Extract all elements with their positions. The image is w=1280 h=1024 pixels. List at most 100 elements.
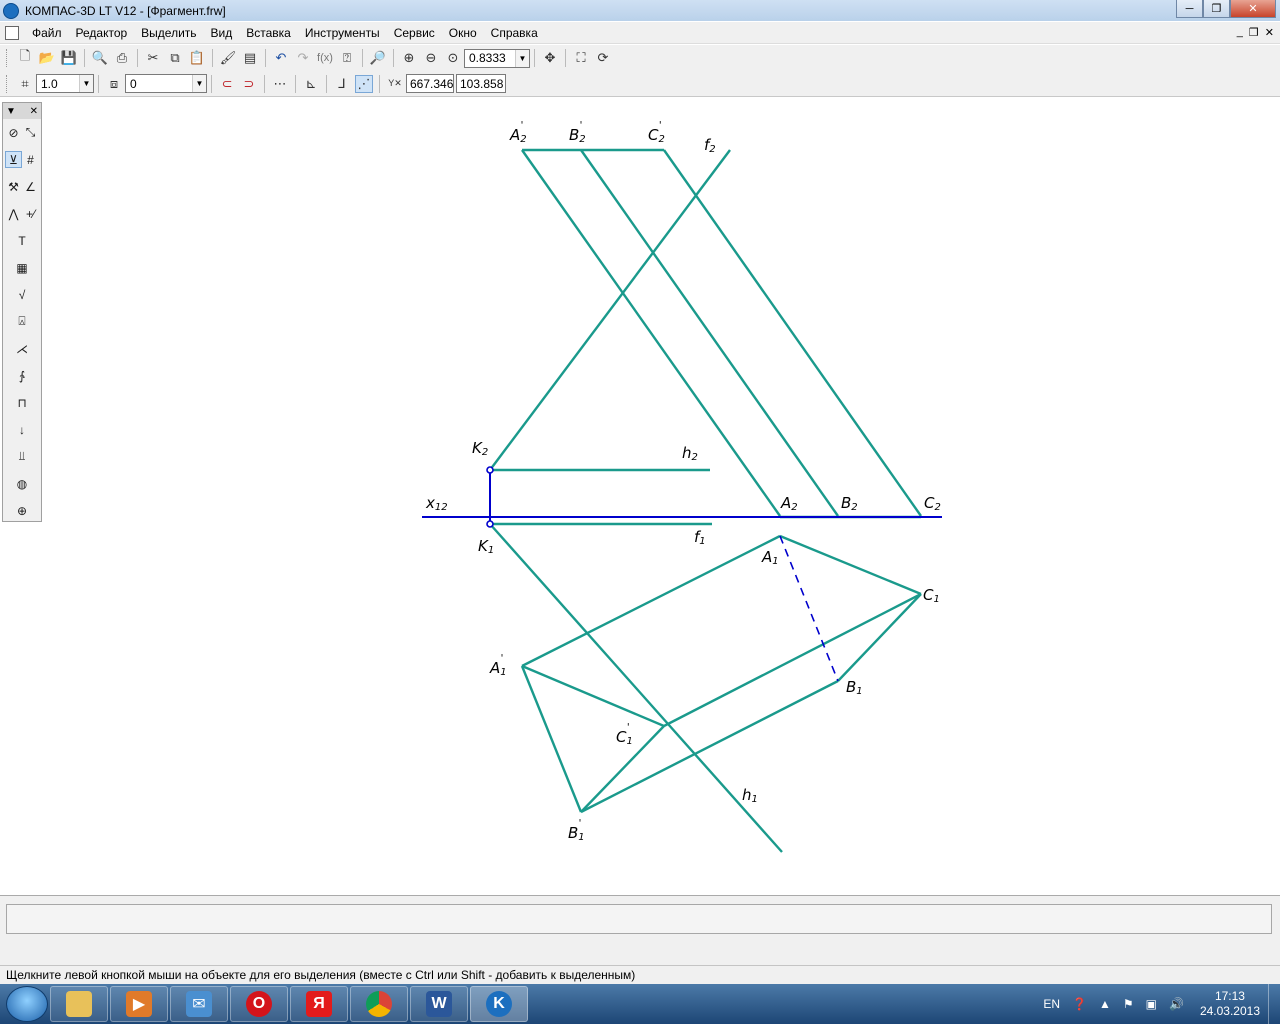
local-snap-icon[interactable]: ⊃	[240, 75, 258, 93]
redo-icon[interactable]: ↷	[294, 49, 312, 67]
zoom-scale-icon[interactable]: ⊙	[444, 49, 462, 67]
undo-icon[interactable]: ↶	[272, 49, 290, 67]
edit-hammer-icon[interactable]: ⚒	[5, 178, 22, 195]
label-a2[interactable]: A2	[780, 494, 798, 513]
grid-icon[interactable]: ⋯	[271, 75, 289, 93]
label-k2[interactable]: K2	[472, 439, 488, 458]
volume-icon[interactable]: 🔊	[1169, 997, 1184, 1011]
label-c1-prime[interactable]: C1'	[616, 722, 633, 747]
mdi-minimize-button[interactable]: _	[1237, 26, 1243, 39]
drawing-svg[interactable]: A2' B2' C2' f2 K2 h2 x12 A2 B2 C2 K1 f1 …	[44, 98, 1280, 894]
zoom-in-icon[interactable]: ⊕	[400, 49, 418, 67]
zoom-window-icon[interactable]: 🔎	[369, 49, 387, 67]
dimensions-icon[interactable]: ⊻	[5, 151, 22, 168]
center-mark-icon[interactable]: ⊕	[14, 502, 31, 519]
label-b1-prime[interactable]: B1'	[568, 818, 585, 843]
document-icon[interactable]	[5, 25, 19, 40]
help-icon[interactable]: ❓	[1072, 997, 1087, 1011]
taskbar-opera[interactable]: O	[230, 986, 288, 1022]
leader-line-icon[interactable]: ⋌	[14, 340, 31, 357]
mdi-close-button[interactable]: ✕	[1265, 26, 1274, 39]
table-icon[interactable]: ▦	[14, 259, 31, 276]
line-scale-combo[interactable]: 1.0 ▼	[36, 74, 94, 93]
tolerance-icon[interactable]: ⊓	[14, 394, 31, 411]
label-h2[interactable]: h2	[682, 444, 698, 463]
layers-icon[interactable]: ⧈	[105, 75, 123, 93]
taskbar-yandex[interactable]: Я	[290, 986, 348, 1022]
geometry-sub-icon[interactable]: ⤡	[22, 124, 39, 141]
parametrization-icon[interactable]: ⋀	[5, 205, 22, 222]
maximize-button[interactable]: ❐	[1203, 0, 1230, 18]
new-document-icon[interactable]: 🗋	[16, 48, 34, 67]
ortho-mode-icon[interactable]: ⅃	[333, 75, 351, 93]
print-preview-icon[interactable]: 🔍	[91, 49, 109, 67]
properties-brush-icon[interactable]: 🖌	[219, 49, 237, 67]
roughness-icon[interactable]: √	[14, 286, 31, 303]
manager-icon[interactable]: ▤	[241, 49, 259, 67]
hatch-grid-icon[interactable]: #	[22, 151, 39, 168]
taskbar-word[interactable]: W	[410, 986, 468, 1022]
menu-tools[interactable]: Инструменты	[298, 26, 387, 40]
taskbar-media-player[interactable]: ▶	[110, 986, 168, 1022]
taskbar-kompas[interactable]: K	[470, 986, 528, 1022]
line-b2p-b2[interactable]	[580, 149, 839, 517]
menu-service[interactable]: Сервис	[387, 26, 442, 40]
cut-icon[interactable]: ✂	[144, 49, 162, 67]
point-k1[interactable]	[486, 520, 494, 528]
layer-combo[interactable]: 0 ▼	[125, 74, 207, 93]
point-k2[interactable]	[486, 466, 494, 474]
label-a2-prime[interactable]: A2'	[509, 120, 527, 145]
coordinate-system-icon[interactable]: ⊾	[302, 75, 320, 93]
snap-magnet-icon[interactable]: ⊂	[218, 75, 236, 93]
help-pointer-icon[interactable]: ⍰	[338, 49, 356, 67]
label-k1[interactable]: K1	[478, 537, 494, 556]
save-icon[interactable]: 💾	[60, 49, 78, 67]
measure-icon[interactable]: ◍	[14, 475, 31, 492]
menu-help[interactable]: Справка	[484, 26, 545, 40]
geometry-icon[interactable]: ⊘	[5, 124, 22, 141]
label-b2-prime[interactable]: B2'	[569, 120, 586, 145]
open-folder-icon[interactable]: 📂	[38, 49, 56, 67]
tray-expand-icon[interactable]: ▲	[1099, 997, 1111, 1011]
coord-y-field[interactable]: 103.858	[456, 74, 506, 93]
mdi-restore-button[interactable]: ❐	[1249, 26, 1259, 39]
line-a2p-a2[interactable]	[521, 149, 781, 517]
menu-file[interactable]: Файл	[25, 26, 69, 40]
taskbar-explorer[interactable]	[50, 986, 108, 1022]
command-line[interactable]	[6, 904, 1272, 934]
kompas-app-icon[interactable]	[3, 2, 19, 19]
view-arrow-icon[interactable]: ↓	[14, 421, 31, 438]
zoom-combo[interactable]: 0.8333 ▼	[464, 48, 530, 68]
drawing-canvas[interactable]: A2' B2' C2' f2 K2 h2 x12 A2 B2 C2 K1 f1 …	[44, 98, 1280, 894]
coord-x-field[interactable]: 667.346	[406, 74, 454, 93]
text-tool-icon[interactable]: T	[14, 232, 31, 249]
hidden-line-a1-b1[interactable]	[779, 535, 839, 682]
language-indicator[interactable]: EN	[1043, 997, 1060, 1011]
label-c1[interactable]: C1	[923, 586, 940, 605]
label-x12[interactable]: x12	[425, 494, 448, 513]
section-line-icon[interactable]: ⫫	[14, 448, 31, 465]
label-c2-prime[interactable]: C2'	[648, 120, 665, 145]
label-b1[interactable]: B1	[846, 678, 863, 697]
edit-sub-icon[interactable]: ∠	[22, 178, 39, 195]
clock[interactable]: 17:13 24.03.2013	[1200, 989, 1260, 1019]
label-f1[interactable]: f1	[694, 528, 706, 547]
base-designation-icon[interactable]: ⍓	[14, 313, 31, 330]
label-a1[interactable]: A1	[761, 548, 779, 567]
label-c2[interactable]: C2	[924, 494, 941, 513]
pan-icon[interactable]: ✥	[541, 49, 559, 67]
menu-select[interactable]: Выделить	[134, 26, 203, 40]
line-a1-c1[interactable]	[779, 534, 922, 596]
taskbar-mail[interactable]: ✉	[170, 986, 228, 1022]
menu-window[interactable]: Окно	[442, 26, 484, 40]
round-coords-icon[interactable]: ⋰	[355, 74, 373, 93]
action-center-flag-icon[interactable]: ⚑	[1123, 997, 1134, 1011]
print-icon[interactable]: ⎙	[113, 49, 131, 67]
chevron-down-icon[interactable]: ▼	[515, 49, 529, 67]
function-icon[interactable]: f(x)	[316, 49, 334, 67]
chevron-down-icon[interactable]: ▼	[192, 75, 206, 92]
minimize-button[interactable]: ─	[1176, 0, 1203, 18]
label-a1-prime[interactable]: A1'	[489, 653, 507, 678]
line-c2p-c2[interactable]	[663, 149, 922, 517]
menu-insert[interactable]: Вставка	[239, 26, 298, 40]
